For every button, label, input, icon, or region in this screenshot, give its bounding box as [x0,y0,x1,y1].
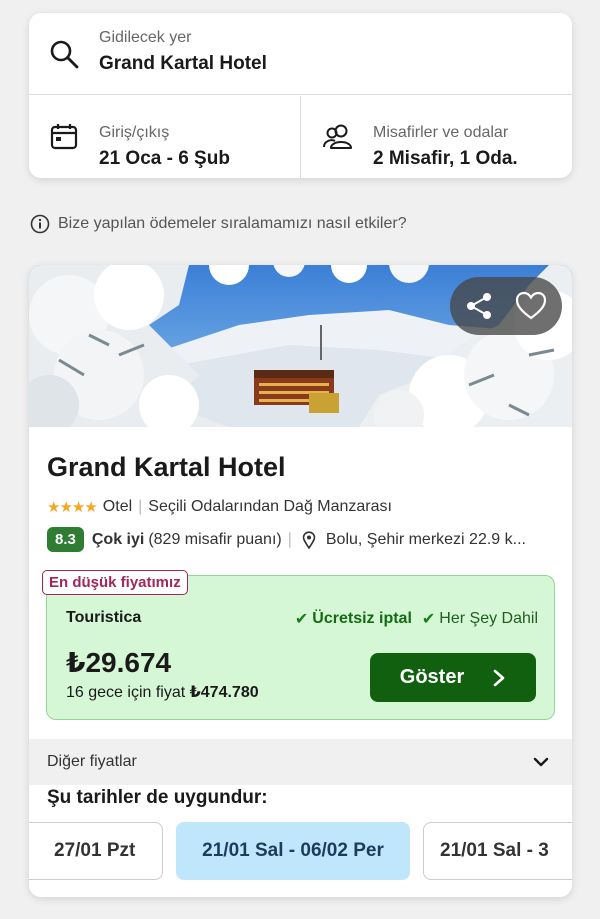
date-option-selected[interactable]: 21/01 Sal - 06/02 Per [176,822,410,880]
deal-box[interactable]: Touristica ✔ Ücretsiz iptal ✔ Her Şey Da… [46,575,555,720]
chevron-down-icon [533,757,549,767]
nightly-price: ₺29.674 [66,647,172,678]
star-rating: ★★★★ [47,499,98,516]
search-icon [50,40,79,69]
hotel-type: Otel [102,498,133,515]
dates-value: 21 Oca - 6 Şub [99,148,230,169]
dates-label: Giriş/çıkış [99,124,170,141]
other-prices-toggle[interactable]: Diğer fiyatlar [29,739,572,785]
hotel-location: Bolu, Şehir merkezi 22.9 k... [325,530,526,548]
deal-perks: ✔ Ücretsiz iptal ✔ Her Şey Dahil [295,609,538,629]
check-icon: ✔ [294,611,309,628]
score-badge: 8.3 [47,527,84,552]
divider: | [138,498,143,515]
people-icon [323,124,352,149]
total-price-line: 16 gece için fiyat ₺474.780 [66,682,259,702]
info-text: Bize yapılan ödemeler sıralamamızı nasıl… [58,215,407,232]
review-count: (829 misafir puanı) [148,530,282,548]
dates-field[interactable]: Giriş/çıkış 21 Oca - 6 Şub [29,96,301,178]
free-cancel-perk: Ücretsiz iptal [312,610,412,627]
photo-actions [450,277,562,335]
hotel-meta: ★★★★ Otel | Seçili Odalarından Dağ Manza… [47,498,392,516]
guests-field[interactable]: Misafirler ve odalar 2 Misafir, 1 Oda. [301,96,572,178]
all-inclusive-perk: Her Şey Dahil [439,610,538,627]
share-icon[interactable] [462,289,496,323]
show-deal-label: Göster [399,666,465,688]
provider-name: Touristica [66,609,142,626]
check-icon: ✔ [421,611,436,628]
info-icon [30,214,50,234]
ranking-info-link[interactable]: Bize yapılan ödemeler sıralamamızı nasıl… [30,214,407,234]
hotel-name[interactable]: Grand Kartal Hotel [47,452,286,483]
hotel-card[interactable]: Grand Kartal Hotel ★★★★ Otel | Seçili Od… [29,265,572,897]
lowest-price-badge: En düşük fiyatımız [42,570,188,595]
divider: | [287,530,292,548]
available-dates-title: Şu tarihler de uygundur: [47,787,268,808]
hotel-photo[interactable] [29,265,572,427]
total-price-prefix: 16 gece için fiyat [66,684,186,701]
location-pin-icon [302,530,316,549]
guests-label: Misafirler ve odalar [373,124,509,141]
show-deal-button[interactable]: Göster [370,653,536,702]
date-option[interactable]: 27/01 Pzt [29,822,163,880]
search-card: Gidilecek yer Grand Kartal Hotel Giriş/ç… [29,13,572,178]
date-option[interactable]: 21/01 Sal - 3 [423,822,572,880]
destination-label: Gidilecek yer [99,29,192,46]
guests-value: 2 Misafir, 1 Oda. [373,148,518,169]
hotel-rating-row: 8.3 Çok iyi (829 misafir puanı) | Bolu, … [47,527,557,552]
total-price: ₺474.780 [189,684,259,701]
destination-value: Grand Kartal Hotel [99,53,267,74]
calendar-icon [50,124,78,150]
chevron-right-icon [493,669,505,686]
heart-icon[interactable] [514,289,548,323]
hotel-feature: Seçili Odalarından Dağ Manzarası [148,498,392,515]
score-label: Çok iyi [91,530,145,548]
destination-field[interactable]: Gidilecek yer Grand Kartal Hotel [29,13,572,95]
other-prices-label: Diğer fiyatlar [47,753,137,770]
